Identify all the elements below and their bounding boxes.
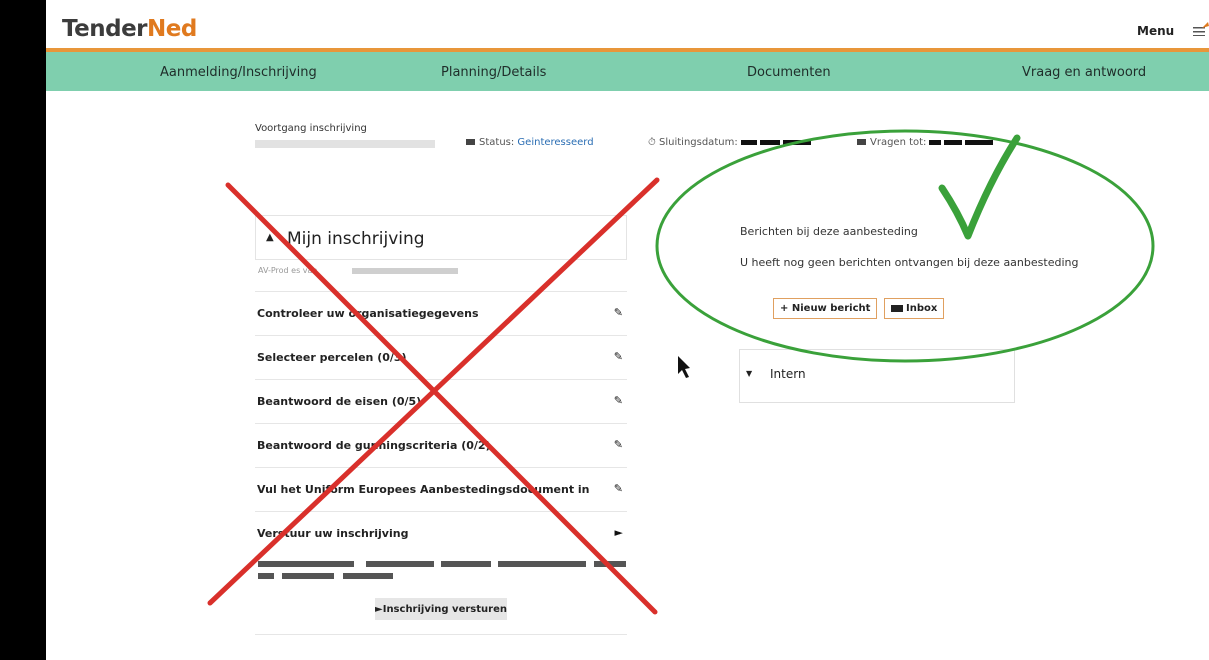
redacted-value xyxy=(929,139,942,145)
step-eisen[interactable]: Beantwoord de eisen (0/5) ✎ xyxy=(255,379,627,424)
green-circle xyxy=(655,129,1155,363)
progress-label: Voortgang inschrijving xyxy=(255,123,367,134)
status-indicator: Status: Geinteresseerd xyxy=(466,137,594,148)
av-subtitle: AV-Prod es van xyxy=(258,266,318,275)
status-value: Geinteresseerd xyxy=(517,137,594,148)
menu-button[interactable]: Menu xyxy=(1137,24,1174,38)
redacted-value xyxy=(740,139,757,145)
divider xyxy=(255,634,627,635)
flag-icon xyxy=(466,139,475,145)
inschrijving-versturen-button[interactable]: ►Inschrijving versturen xyxy=(375,598,507,620)
step-organisatiegegevens[interactable]: Controleer uw organisatiegegevens ✎ xyxy=(255,291,627,336)
left-black-bar xyxy=(0,0,46,660)
redacted-value xyxy=(782,139,811,145)
redacted-value xyxy=(759,139,780,145)
redacted-line xyxy=(258,561,354,567)
flag-icon xyxy=(857,139,866,145)
main-navigation: Aanmelding/Inschrijving Planning/Details… xyxy=(46,52,1209,91)
step-percelen[interactable]: Selecteer percelen (0/3) ✎ xyxy=(255,335,627,380)
collapse-arrow-icon[interactable]: ▲ xyxy=(266,232,274,243)
pencil-icon[interactable]: ✎ xyxy=(614,482,623,495)
redacted-line xyxy=(343,573,393,579)
nav-tab-planning[interactable]: Planning/Details xyxy=(441,65,546,80)
berichten-empty-message: U heeft nog geen berichten ontvangen bij… xyxy=(740,256,1079,269)
clock-icon: ⏱ xyxy=(648,137,656,148)
envelope-icon xyxy=(891,304,903,312)
play-icon: ► xyxy=(375,603,383,615)
redacted-line xyxy=(282,573,334,579)
intern-label: Intern xyxy=(770,367,806,381)
pencil-icon[interactable]: ✎ xyxy=(614,306,623,319)
questions-deadline: Vragen tot: xyxy=(857,137,994,148)
pencil-icon[interactable]: ✎ xyxy=(614,394,623,407)
nav-tab-vraag-antwoord[interactable]: Vraag en antwoord xyxy=(1022,65,1146,80)
green-checkmark xyxy=(938,134,1021,240)
step-verstuur[interactable]: Verstuur uw inschrijving ► xyxy=(255,511,627,556)
step-uea[interactable]: Vul het Uniform Europees Aanbestedingsdo… xyxy=(255,467,627,512)
redacted-value xyxy=(965,139,994,145)
redacted-line xyxy=(498,561,586,567)
expand-arrow-icon[interactable]: ▼ xyxy=(746,369,752,378)
pencil-icon[interactable]: ✎ xyxy=(614,350,623,363)
inbox-button[interactable]: Inbox xyxy=(884,298,945,319)
redacted-line xyxy=(366,561,434,567)
nav-tab-documenten[interactable]: Documenten xyxy=(747,65,831,80)
redacted-value xyxy=(944,139,963,145)
tenderned-logo[interactable]: TenderNed xyxy=(62,16,197,42)
nieuw-bericht-button[interactable]: + Nieuw bericht xyxy=(773,298,878,319)
mijn-inschrijving-title: Mijn inschrijving xyxy=(287,229,425,249)
berichten-title: Berichten bij deze aanbesteding xyxy=(740,225,918,238)
menu-icon[interactable] xyxy=(1193,22,1209,36)
step-gunningscriteria[interactable]: Beantwoord de gunningscriteria (0/2) ✎ xyxy=(255,423,627,468)
play-icon[interactable]: ► xyxy=(615,526,623,539)
progress-bar xyxy=(255,140,435,148)
redacted-line xyxy=(352,268,458,274)
redacted-line xyxy=(441,561,491,567)
redacted-line xyxy=(594,561,626,567)
mouse-cursor-icon xyxy=(678,356,690,378)
redacted-line xyxy=(258,573,274,579)
nav-tab-aanmelding[interactable]: Aanmelding/Inschrijving xyxy=(160,65,317,80)
deadline-info: ⏱ Sluitingsdatum: xyxy=(648,137,811,148)
pencil-icon[interactable]: ✎ xyxy=(614,438,623,451)
